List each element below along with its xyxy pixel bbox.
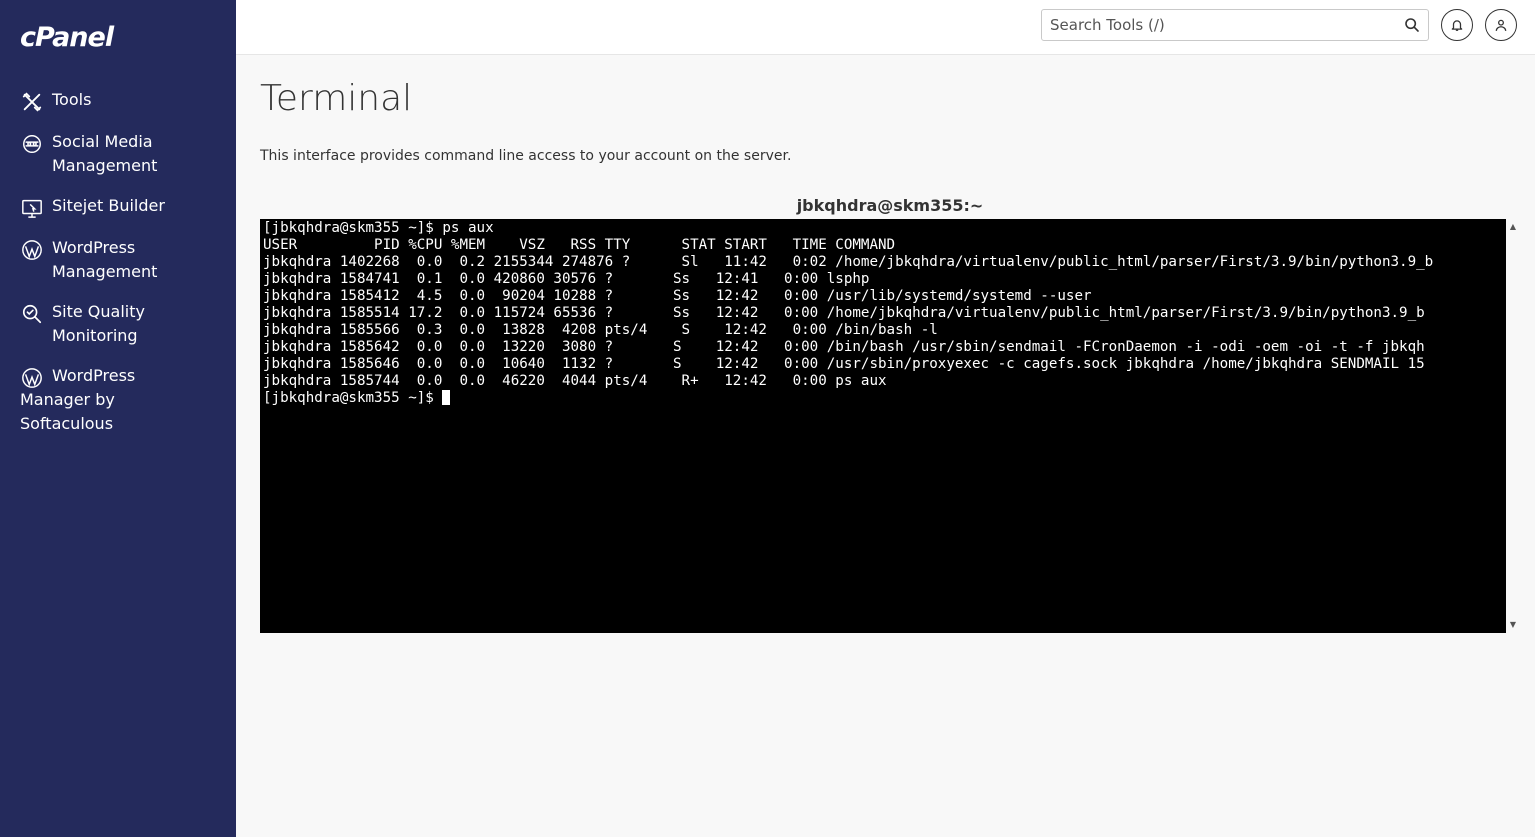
sidebar-item-label: Sitejet Builder — [52, 196, 165, 215]
wordpress-icon — [20, 238, 44, 262]
notifications-button[interactable] — [1441, 9, 1473, 41]
scroll-down-arrow[interactable]: ▼ — [1508, 620, 1518, 630]
tools-icon — [20, 90, 44, 114]
terminal-line: [jbkqhdra@skm355 ~]$ ps aux — [263, 220, 494, 236]
terminal-prompt: [jbkqhdra@skm355 ~]$ — [263, 390, 443, 406]
terminal-line: USER PID %CPU %MEM VSZ RSS TTY STAT STAR… — [263, 237, 896, 253]
terminal-scrollbar[interactable]: ▲ ▼ — [1506, 219, 1520, 633]
sidebar-item-label: Social Media Management — [52, 132, 158, 175]
sidebar-item-tools[interactable]: Tools — [0, 88, 236, 114]
top-header — [236, 0, 1535, 55]
wordpress-icon — [20, 366, 44, 390]
sitejet-icon — [20, 196, 44, 220]
sidebar-item-label: Tools — [52, 90, 92, 109]
cpanel-logo[interactable]: cPanel — [20, 22, 114, 53]
terminal-title: jbkqhdra@skm355:~ — [796, 196, 984, 215]
sidebar-item-wordpress-management[interactable]: WordPress Management — [0, 236, 236, 284]
search-box — [1041, 9, 1429, 41]
social-media-icon — [20, 132, 44, 156]
sidebar-item-sitejet[interactable]: Sitejet Builder — [0, 194, 236, 220]
terminal-line: jbkqhdra 1585744 0.0 0.0 46220 4044 pts/… — [263, 373, 887, 389]
terminal-window[interactable]: [jbkqhdra@skm355 ~]$ ps aux USER PID %CP… — [260, 219, 1506, 633]
terminal-line: jbkqhdra 1402268 0.0 0.2 2155344 274876 … — [263, 254, 1434, 270]
terminal-line: jbkqhdra 1584741 0.1 0.0 420860 30576 ? … — [263, 271, 870, 287]
terminal-cursor — [442, 390, 451, 405]
sidebar-item-wordpress-softaculous[interactable]: WordPress Manager by Softaculous — [0, 364, 236, 436]
sidebar-nav: Tools Social Media Management Sitejet Bu… — [0, 88, 236, 452]
sidebar: cPanel Tools Social Media Management Sit… — [0, 0, 236, 837]
terminal-prompt-line[interactable]: [jbkqhdra@skm355 ~]$ — [263, 390, 1503, 407]
sidebar-item-label: WordPress Management — [52, 238, 158, 281]
terminal-line: jbkqhdra 1585566 0.3 0.0 13828 4208 pts/… — [263, 322, 938, 338]
terminal-line: jbkqhdra 1585412 4.5 0.0 90204 10288 ? S… — [263, 288, 1092, 304]
sidebar-item-label: Site Quality Monitoring — [52, 302, 145, 345]
terminal-line: jbkqhdra 1585646 0.0 0.0 10640 1132 ? S … — [263, 356, 1425, 372]
terminal-line: jbkqhdra 1585514 17.2 0.0 115724 65536 ?… — [263, 305, 1425, 321]
page-description: This interface provides command line acc… — [260, 148, 792, 164]
user-menu-button[interactable] — [1485, 9, 1517, 41]
site-quality-icon — [20, 302, 44, 326]
scroll-up-arrow[interactable]: ▲ — [1508, 222, 1518, 232]
terminal-line: jbkqhdra 1585642 0.0 0.0 13220 3080 ? S … — [263, 339, 1425, 355]
user-icon — [1495, 19, 1507, 31]
search-input[interactable] — [1042, 10, 1392, 40]
bell-icon — [1451, 20, 1463, 31]
page-title: Terminal — [260, 78, 413, 119]
search-icon[interactable] — [1404, 17, 1420, 33]
sidebar-item-social-media[interactable]: Social Media Management — [0, 130, 236, 178]
sidebar-item-site-quality[interactable]: Site Quality Monitoring — [0, 300, 236, 348]
